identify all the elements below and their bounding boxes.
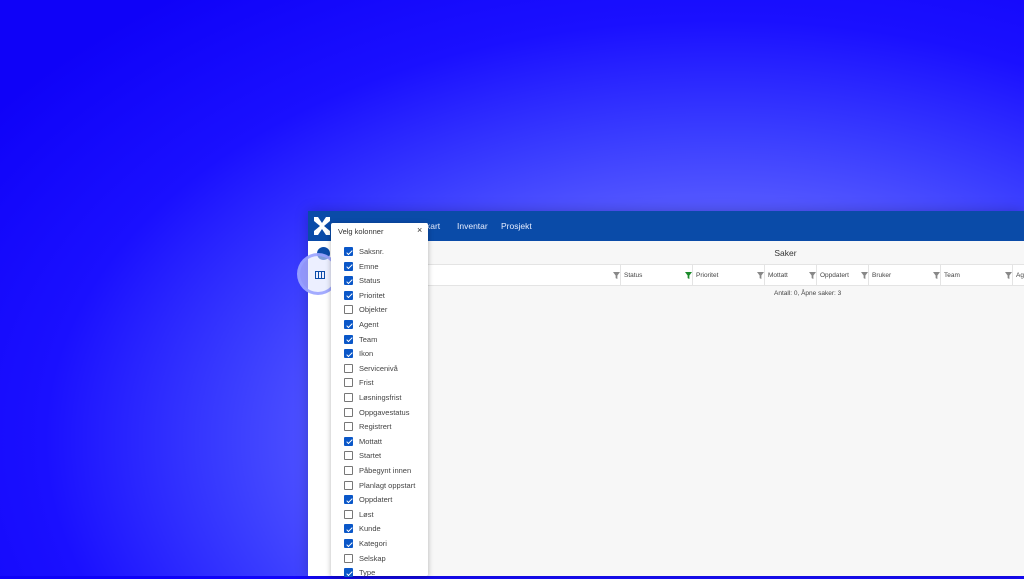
column-label: Oppdatert	[820, 272, 849, 279]
column-label: Team	[944, 272, 960, 279]
column-header-status[interactable]: Status	[620, 265, 692, 285]
column-label: Ag	[1016, 272, 1024, 279]
column-header-agent[interactable]: Ag	[1012, 265, 1024, 285]
column-option-label: Kunde	[359, 524, 381, 534]
filter-icon[interactable]	[809, 272, 816, 279]
column-option-label: Startet	[359, 451, 382, 461]
column-option-label: Objekter	[359, 305, 388, 315]
column-option[interactable]: Kategori	[344, 538, 428, 550]
column-picker-title: Velg kolonner	[338, 227, 384, 236]
column-option[interactable]: Frist	[344, 377, 428, 389]
checkbox[interactable]	[344, 334, 353, 344]
filter-icon[interactable]	[757, 272, 764, 279]
checkbox[interactable]	[344, 524, 353, 534]
column-option[interactable]: Ikon	[344, 348, 428, 360]
checkbox[interactable]	[344, 407, 353, 417]
checkbox[interactable]	[344, 378, 353, 388]
column-option[interactable]: Status	[344, 275, 428, 287]
column-option-label: Påbegynt innen	[359, 466, 412, 475]
table-header: Status Prioritet Mottatt Oppdatert Bruke…	[332, 264, 1024, 286]
checkbox[interactable]	[344, 451, 353, 461]
column-option[interactable]: Prioritet	[344, 290, 428, 302]
checkbox[interactable]	[344, 509, 353, 519]
column-option[interactable]: Agent	[344, 319, 428, 331]
column-option-label: Team	[359, 334, 378, 344]
page-title: Saker	[774, 248, 797, 258]
column-option-label: Agent	[359, 320, 379, 329]
filter-icon[interactable]	[933, 272, 940, 279]
column-option[interactable]: Oppdatert	[344, 494, 428, 506]
columns-icon[interactable]	[315, 271, 325, 279]
column-option[interactable]: Løsningsfrist	[344, 392, 428, 404]
column-label: Prioritet	[696, 272, 719, 279]
column-option-label: Prioritet	[359, 290, 385, 300]
checkbox[interactable]	[344, 495, 353, 505]
nav-item-inventar[interactable]: Inventar	[457, 221, 488, 231]
checkbox[interactable]	[344, 553, 353, 563]
checkbox[interactable]	[344, 247, 353, 256]
column-option[interactable]: Team	[344, 334, 428, 346]
column-option[interactable]: Emne	[344, 261, 428, 273]
column-option-label: Registrert	[359, 422, 392, 432]
column-option-label: Saksnr.	[359, 247, 385, 256]
column-label: Mottatt	[768, 272, 788, 279]
column-option[interactable]: Løst	[344, 509, 428, 521]
checkbox[interactable]	[344, 393, 353, 402]
checkbox[interactable]	[344, 436, 353, 446]
checkbox[interactable]	[344, 290, 353, 300]
column-option-label: Kategori	[359, 539, 387, 548]
column-option[interactable]: Mottatt	[344, 436, 428, 448]
checkbox[interactable]	[344, 480, 353, 490]
column-option[interactable]: Registrert	[344, 421, 428, 433]
column-option-label: Ikon	[359, 349, 374, 359]
column-option[interactable]: Selskap	[344, 553, 428, 565]
column-label: Status	[624, 272, 643, 279]
column-option-label: Status	[359, 276, 381, 286]
column-option-label: Oppdatert	[359, 495, 393, 505]
result-count: Antall: 0, Åpne saker: 3	[774, 290, 842, 297]
checkbox[interactable]	[344, 363, 353, 373]
nav-item-kart[interactable]: kart	[426, 221, 440, 231]
column-option[interactable]: Påbegynt innen	[344, 465, 428, 477]
checkbox[interactable]	[344, 466, 353, 475]
column-label: Bruker	[872, 272, 892, 279]
column-option-label: Frist	[359, 378, 374, 388]
column-header-team[interactable]: Team	[940, 265, 1012, 285]
checkbox[interactable]	[344, 320, 353, 329]
column-option[interactable]: Startet	[344, 450, 428, 462]
column-option-label: Oppgavestatus	[359, 407, 410, 417]
column-option-label: Servicenivå	[359, 363, 398, 373]
column-option-label: Planlagt oppstart	[359, 480, 416, 490]
filter-icon[interactable]	[613, 272, 620, 279]
column-option-label: Løst	[359, 509, 374, 519]
checkbox[interactable]	[344, 276, 353, 286]
column-option-label: Mottatt	[359, 436, 382, 446]
column-option[interactable]: Saksnr.	[344, 246, 428, 258]
nav-item-prosjekt[interactable]: Prosjekt	[501, 221, 532, 231]
logo-icon[interactable]	[313, 215, 331, 237]
column-header-prioritet[interactable]: Prioritet	[692, 265, 764, 285]
filter-icon[interactable]	[861, 272, 868, 279]
column-picker-panel: Velg kolonner × Saksnr. Emne Status Priorit…	[331, 223, 428, 579]
checkbox[interactable]	[344, 261, 353, 271]
column-header-bruker[interactable]: Bruker	[868, 265, 940, 285]
column-option[interactable]: Objekter	[344, 304, 428, 316]
checkbox[interactable]	[344, 539, 353, 548]
filter-active-icon[interactable]	[685, 272, 692, 279]
column-option[interactable]: Kunde	[344, 523, 428, 535]
column-option-label: Løsningsfrist	[359, 393, 402, 402]
checkbox[interactable]	[344, 305, 353, 315]
column-option-label: Selskap	[359, 553, 386, 563]
column-option-label: Emne	[359, 261, 379, 271]
column-option[interactable]: Planlagt oppstart	[344, 480, 428, 492]
checkbox[interactable]	[344, 349, 353, 359]
column-option[interactable]: Type	[344, 567, 428, 579]
column-option[interactable]: Servicenivå	[344, 363, 428, 375]
close-icon[interactable]: ×	[417, 225, 422, 235]
column-option[interactable]: Oppgavestatus	[344, 407, 428, 419]
checkbox[interactable]	[344, 422, 353, 432]
filter-icon[interactable]	[1005, 272, 1012, 279]
